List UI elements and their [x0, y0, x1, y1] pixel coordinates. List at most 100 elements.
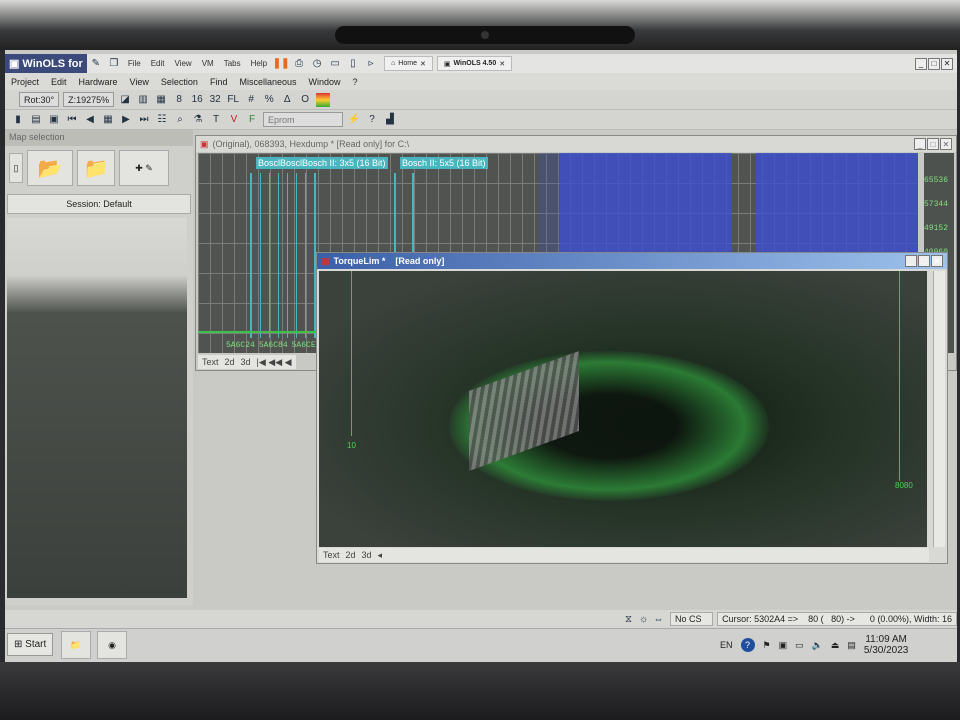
menu-find[interactable]: Find: [204, 77, 234, 87]
help-icon[interactable]: ?: [740, 638, 755, 652]
battery-icon[interactable]: ▭: [795, 640, 804, 651]
menu-question[interactable]: ?: [347, 77, 364, 87]
network-icon[interactable]: ▣: [779, 640, 788, 651]
3d-map-view[interactable]: 10 8080: [319, 271, 927, 547]
clock-icon[interactable]: ◷: [310, 57, 324, 71]
tab-home[interactable]: ⌂ Home ✕: [384, 56, 433, 71]
pin-icon[interactable]: ✎: [89, 57, 103, 71]
maximize-button[interactable]: □: [918, 255, 930, 267]
scroll-first-icon[interactable]: |◀ ◀◀ ◀: [257, 357, 292, 368]
menu-file[interactable]: File: [123, 59, 146, 68]
percent-icon[interactable]: %: [262, 93, 276, 107]
menu-project[interactable]: Project: [5, 77, 45, 87]
tree-icon[interactable]: ☷: [155, 113, 169, 127]
clock[interactable]: 11:09 AM 5/30/2023: [864, 634, 909, 656]
f-icon[interactable]: F: [245, 113, 259, 127]
horizontal-scrollbar[interactable]: ◂: [378, 550, 383, 561]
view-cols-icon[interactable]: ▥: [136, 93, 150, 107]
tab-text[interactable]: Text: [323, 550, 340, 560]
color-icon[interactable]: [316, 92, 331, 107]
menu-window[interactable]: Window: [302, 77, 346, 87]
close-button[interactable]: ✕: [931, 255, 943, 267]
vertical-scrollbar[interactable]: [933, 271, 945, 547]
hexdump-titlebar[interactable]: ▣ (Original), 068393, Hexdump * [Read onl…: [196, 136, 956, 152]
menu-misc[interactable]: Miscellaneous: [233, 77, 302, 87]
help-icon[interactable]: ?: [365, 113, 379, 127]
org-icon[interactable]: O: [298, 93, 312, 107]
close-button[interactable]: ✕: [940, 138, 952, 150]
tab-text[interactable]: Text: [202, 357, 219, 367]
minimize-button[interactable]: _: [915, 57, 927, 70]
map-label[interactable]: BosclBosclBosch II: 3x5 (16 Bit): [256, 157, 388, 169]
map-label[interactable]: Bosch II: 5x5 (16 Bit): [400, 157, 488, 169]
last-icon[interactable]: ⏭: [137, 113, 151, 127]
print-icon[interactable]: ⎙: [292, 57, 306, 71]
props-icon[interactable]: ▤: [29, 113, 43, 127]
dongle-icon[interactable]: ▮: [11, 113, 25, 127]
rotation-field[interactable]: Rot:30°: [19, 92, 60, 107]
session-button[interactable]: Session: Default: [7, 194, 191, 214]
chart-icon[interactable]: ▟: [383, 113, 397, 127]
eprom-select[interactable]: Eprom: [263, 112, 343, 127]
close-button[interactable]: ✕: [941, 57, 953, 70]
bit8-button[interactable]: 8: [172, 93, 186, 107]
delta-icon[interactable]: Δ: [280, 93, 294, 107]
t-icon[interactable]: T: [209, 113, 223, 127]
tab-2d[interactable]: 2d: [346, 550, 356, 560]
import-button[interactable]: 📁: [77, 150, 115, 186]
fit-icon[interactable]: ▣: [47, 113, 61, 127]
layout-icon[interactable]: ▭: [328, 57, 342, 71]
menu-hardware[interactable]: Hardware: [73, 77, 124, 87]
start-button[interactable]: ⊞ Start: [7, 633, 54, 656]
minimize-button[interactable]: _: [905, 255, 917, 267]
prev-icon[interactable]: ◀: [83, 113, 97, 127]
flag-icon[interactable]: ⚑: [763, 640, 771, 651]
tab-2d[interactable]: 2d: [225, 357, 235, 367]
menu-edit[interactable]: Edit: [146, 59, 170, 68]
float-button[interactable]: FL: [226, 93, 240, 107]
map-list[interactable]: [7, 218, 187, 598]
bit16-button[interactable]: 16: [190, 93, 204, 107]
grid-icon[interactable]: ▦: [154, 93, 168, 107]
app-logo[interactable]: ▣ WinOLS for: [5, 54, 87, 73]
table-icon[interactable]: ▦: [101, 113, 115, 127]
language-indicator[interactable]: EN: [720, 640, 733, 650]
bolt-icon[interactable]: ⚡: [347, 113, 361, 127]
zoom-field[interactable]: Z:19275%: [63, 92, 115, 107]
menu-tabs[interactable]: Tabs: [219, 59, 246, 68]
menu-vm[interactable]: VM: [197, 59, 219, 68]
maximize-button[interactable]: □: [928, 57, 940, 70]
menu-view2[interactable]: View: [124, 77, 155, 87]
next-icon[interactable]: ▶: [119, 113, 133, 127]
tab-winols[interactable]: ▣ WinOLS 4.50 ✕: [436, 56, 513, 71]
layout2-icon[interactable]: ▯: [346, 57, 360, 71]
terminal-icon[interactable]: ▹: [364, 57, 378, 71]
open-folder-button[interactable]: 📂: [27, 150, 73, 186]
volume-icon[interactable]: 🔈: [812, 640, 823, 651]
torquelim-titlebar[interactable]: ▣ TorqueLim * [Read only] _ □ ✕: [317, 253, 947, 269]
taskbar-winols[interactable]: ◉: [97, 631, 127, 659]
potion-icon[interactable]: ⚗: [191, 113, 205, 127]
v-icon[interactable]: V: [227, 113, 241, 127]
bit32-button[interactable]: 32: [208, 93, 222, 107]
menu-view[interactable]: View: [170, 59, 197, 68]
tab-3d[interactable]: 3d: [362, 550, 372, 560]
first-icon[interactable]: ⏮: [65, 113, 79, 127]
hex-icon[interactable]: #: [244, 93, 258, 107]
minimize-button[interactable]: _: [914, 138, 926, 150]
usb-icon[interactable]: ⏏: [831, 640, 840, 651]
vm-icon[interactable]: ▤: [847, 640, 856, 651]
new-file-button[interactable]: ▯: [9, 153, 23, 183]
menu-help[interactable]: Help: [246, 59, 272, 68]
tab-3d[interactable]: 3d: [241, 357, 251, 367]
view-2d-icon[interactable]: ◪: [118, 93, 132, 107]
search-icon[interactable]: ⌕: [173, 113, 187, 127]
taskbar-folder[interactable]: 📁: [61, 631, 91, 659]
menu-edit2[interactable]: Edit: [45, 77, 73, 87]
x-tick: 5A6CE: [291, 341, 316, 350]
maximize-button[interactable]: □: [927, 138, 939, 150]
tools-button[interactable]: ✚ ✎: [119, 150, 169, 186]
copy-icon[interactable]: ❐: [107, 57, 121, 71]
pause-icon[interactable]: ❚❚: [273, 57, 290, 71]
menu-selection[interactable]: Selection: [155, 77, 204, 87]
